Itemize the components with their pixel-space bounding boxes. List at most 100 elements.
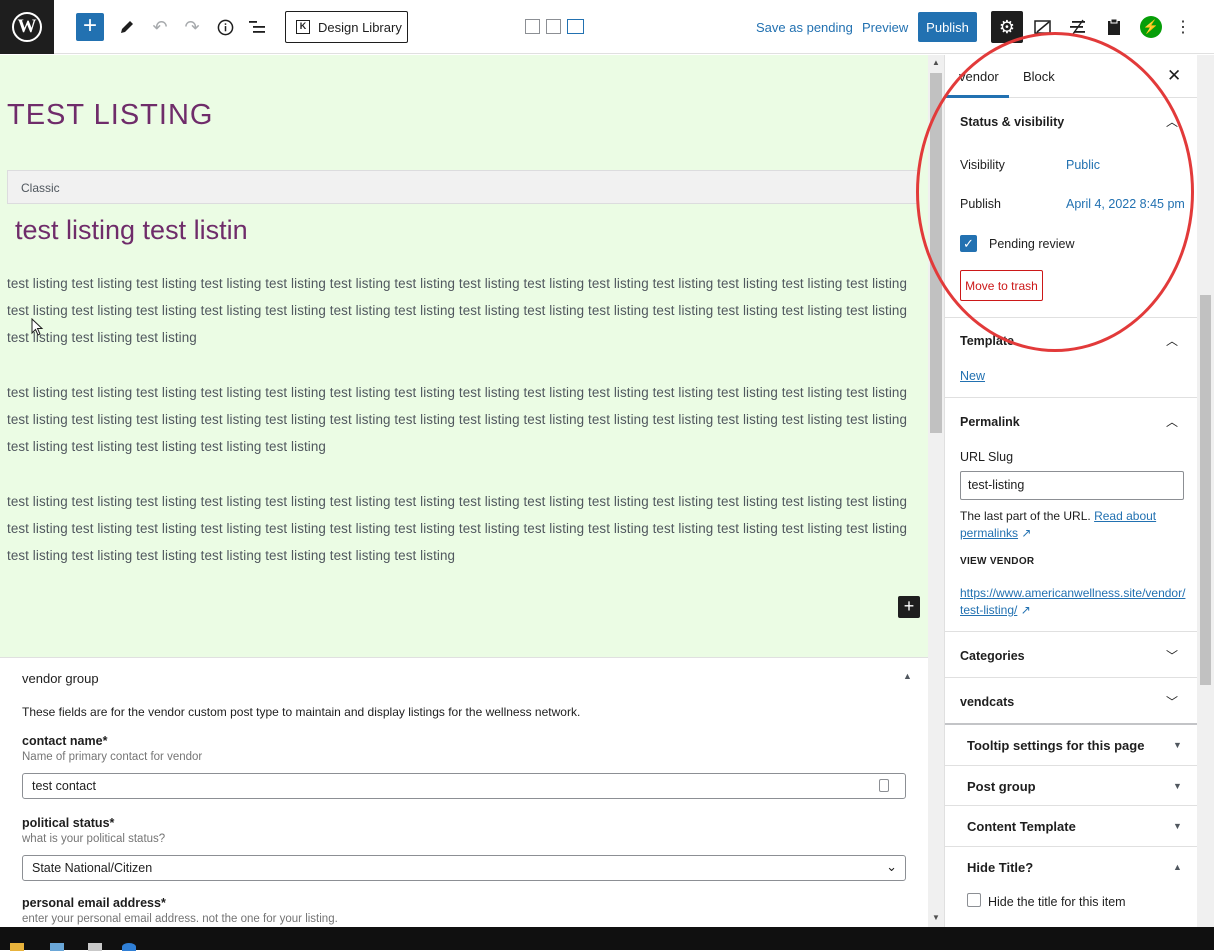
external-link-icon: ↗ xyxy=(1020,603,1031,617)
close-icon[interactable]: ✕ xyxy=(1167,66,1181,86)
divider xyxy=(945,397,1197,398)
design-library-label: Design Library xyxy=(318,19,402,35)
list-view-icon xyxy=(248,20,265,33)
url-slug-input[interactable]: test-listing xyxy=(960,471,1184,500)
sidebar-scroll-thumb[interactable] xyxy=(1200,295,1211,685)
clipboard-icon xyxy=(1108,18,1120,35)
tooltip-settings-metabox[interactable]: Tooltip settings for this page xyxy=(967,738,1144,753)
classic-block-label: Classic xyxy=(21,181,60,195)
permalink-panel-title[interactable]: Permalink xyxy=(960,415,1020,429)
custom-fields-metabox: vendor group ▲ These fields are for the … xyxy=(0,657,928,927)
hide-title-metabox[interactable]: Hide Title? xyxy=(967,860,1033,875)
vendor-url-link-slug[interactable]: test-listing/ xyxy=(960,603,1017,617)
gear-icon: ⚙ xyxy=(998,16,1016,37)
undo-button[interactable]: ↶ xyxy=(146,13,174,41)
mobile-preview-icon[interactable] xyxy=(525,19,540,34)
scroll-up-arrow-icon[interactable]: ▲ xyxy=(932,58,940,67)
vendcats-panel-title[interactable]: vendcats xyxy=(960,695,1014,709)
save-as-pending-button[interactable]: Save as pending xyxy=(756,20,853,35)
chevron-up-icon[interactable]: ︿ xyxy=(1166,332,1178,349)
list-view-button[interactable] xyxy=(243,13,271,41)
redo-icon: ↷ xyxy=(184,16,200,37)
details-button[interactable] xyxy=(211,13,239,41)
post-group-metabox[interactable]: Post group xyxy=(967,779,1036,794)
visibility-value-button[interactable]: Public xyxy=(1066,158,1100,172)
more-options-button[interactable]: ⋮ xyxy=(1169,13,1197,41)
permalinks-link[interactable]: permalinks xyxy=(960,526,1018,540)
divider xyxy=(945,805,1197,806)
classic-block-toolbar[interactable]: Classic xyxy=(7,170,919,204)
tab-block[interactable]: Block xyxy=(1023,69,1055,84)
content-paragraph[interactable]: test listing test listing test listing t… xyxy=(7,488,919,569)
template-new-link[interactable]: New xyxy=(960,369,985,383)
sidebar-tabs: vendor Block ✕ xyxy=(945,55,1197,98)
chevron-up-icon[interactable]: ︿ xyxy=(1166,113,1178,130)
edit-tools-button[interactable] xyxy=(113,13,141,41)
publish-button[interactable]: Publish xyxy=(918,12,977,42)
move-to-trash-button[interactable]: Move to trash xyxy=(960,270,1043,301)
vendor-url: https://www.americanwellness.site/vendor… xyxy=(960,585,1185,619)
triangle-down-icon[interactable]: ▼ xyxy=(1173,821,1182,831)
metabox-description: These fields are for the vendor custom p… xyxy=(22,705,581,719)
post-title[interactable]: TEST LISTING xyxy=(7,99,213,132)
divider xyxy=(945,677,1197,678)
os-taskbar xyxy=(0,927,1214,951)
vendor-url-link[interactable]: https://www.americanwellness.site/vendor… xyxy=(960,586,1185,600)
tablet-preview-icon[interactable] xyxy=(546,19,561,34)
collapse-caret-icon[interactable]: ▲ xyxy=(903,671,912,681)
content-heading[interactable]: test listing test listin xyxy=(15,215,248,246)
pencil-icon xyxy=(121,21,133,33)
political-status-select[interactable]: State National/Citizen ⌄ xyxy=(22,855,906,881)
contact-name-label: contact name* xyxy=(22,734,108,748)
scroll-down-arrow-icon[interactable]: ▼ xyxy=(932,913,940,922)
design-library-button[interactable]: K Design Library xyxy=(285,11,408,43)
pending-review-checkbox[interactable]: ✓ xyxy=(960,235,977,252)
status-visibility-panel-title[interactable]: Status & visibility xyxy=(960,115,1064,129)
editor-scroll-thumb[interactable] xyxy=(930,73,942,433)
contact-name-input[interactable]: test contact xyxy=(22,773,906,799)
plugin-button-3[interactable] xyxy=(1100,13,1128,41)
plugin-button-1[interactable] xyxy=(1029,13,1057,41)
categories-panel-title[interactable]: Categories xyxy=(960,649,1025,663)
redo-button[interactable]: ↷ xyxy=(178,13,206,41)
triangle-up-icon[interactable]: ▲ xyxy=(1173,862,1182,872)
sidebar-scrollbar[interactable] xyxy=(1197,55,1214,927)
mouse-cursor-icon xyxy=(31,318,44,336)
editor-canvas[interactable]: TEST LISTING Classic test listing test l… xyxy=(0,55,928,657)
add-block-button[interactable]: + xyxy=(76,13,104,41)
political-status-value: State National/Citizen xyxy=(32,861,153,875)
editor-scrollbar[interactable]: ▲ ▼ xyxy=(928,55,944,927)
wordpress-icon: W xyxy=(12,12,42,42)
political-status-label: political status* xyxy=(22,816,115,830)
triangle-down-icon[interactable]: ▼ xyxy=(1173,781,1182,791)
plugin-button-2[interactable] xyxy=(1064,13,1092,41)
triangle-down-icon[interactable]: ▼ xyxy=(1173,740,1182,750)
contact-name-value: test contact xyxy=(32,779,96,793)
settings-button[interactable]: ⚙ xyxy=(991,11,1023,43)
content-template-metabox[interactable]: Content Template xyxy=(967,819,1076,834)
block-inserter-button[interactable]: + xyxy=(898,596,920,618)
read-about-link[interactable]: Read about xyxy=(1094,509,1156,523)
hide-title-label: Hide the title for this item xyxy=(988,895,1126,909)
chevron-down-icon[interactable]: ﹀ xyxy=(1166,693,1178,710)
divider xyxy=(945,765,1197,766)
content-paragraph[interactable]: test listing test listing test listing t… xyxy=(7,379,919,460)
publish-date-label: Publish xyxy=(960,197,1001,211)
hide-title-checkbox[interactable] xyxy=(967,893,981,907)
content-paragraph[interactable]: test listing test listing test listing t… xyxy=(7,270,919,351)
chevron-down-icon[interactable]: ﹀ xyxy=(1166,647,1178,664)
personal-email-help: enter your personal email address. not t… xyxy=(22,913,338,925)
publish-date-button[interactable]: April 4, 2022 8:45 pm xyxy=(1066,197,1185,211)
desktop-preview-icon[interactable] xyxy=(567,19,584,34)
template-panel-title[interactable]: Template xyxy=(960,334,1014,348)
info-icon xyxy=(217,19,233,35)
wordpress-logo-button[interactable]: W xyxy=(0,0,54,54)
pending-review-label: Pending review xyxy=(989,237,1075,251)
permalink-help: The last part of the URL. Read about per… xyxy=(960,508,1185,542)
settings-sidebar: vendor Block ✕ Status & visibility ︿ Vis… xyxy=(944,55,1197,927)
metabox-title[interactable]: vendor group xyxy=(22,671,99,686)
chevron-up-icon[interactable]: ︿ xyxy=(1166,413,1178,430)
preview-button[interactable]: Preview xyxy=(862,20,908,35)
tab-vendor[interactable]: vendor xyxy=(959,69,999,84)
jetpack-icon[interactable]: ⚡ xyxy=(1140,16,1162,38)
